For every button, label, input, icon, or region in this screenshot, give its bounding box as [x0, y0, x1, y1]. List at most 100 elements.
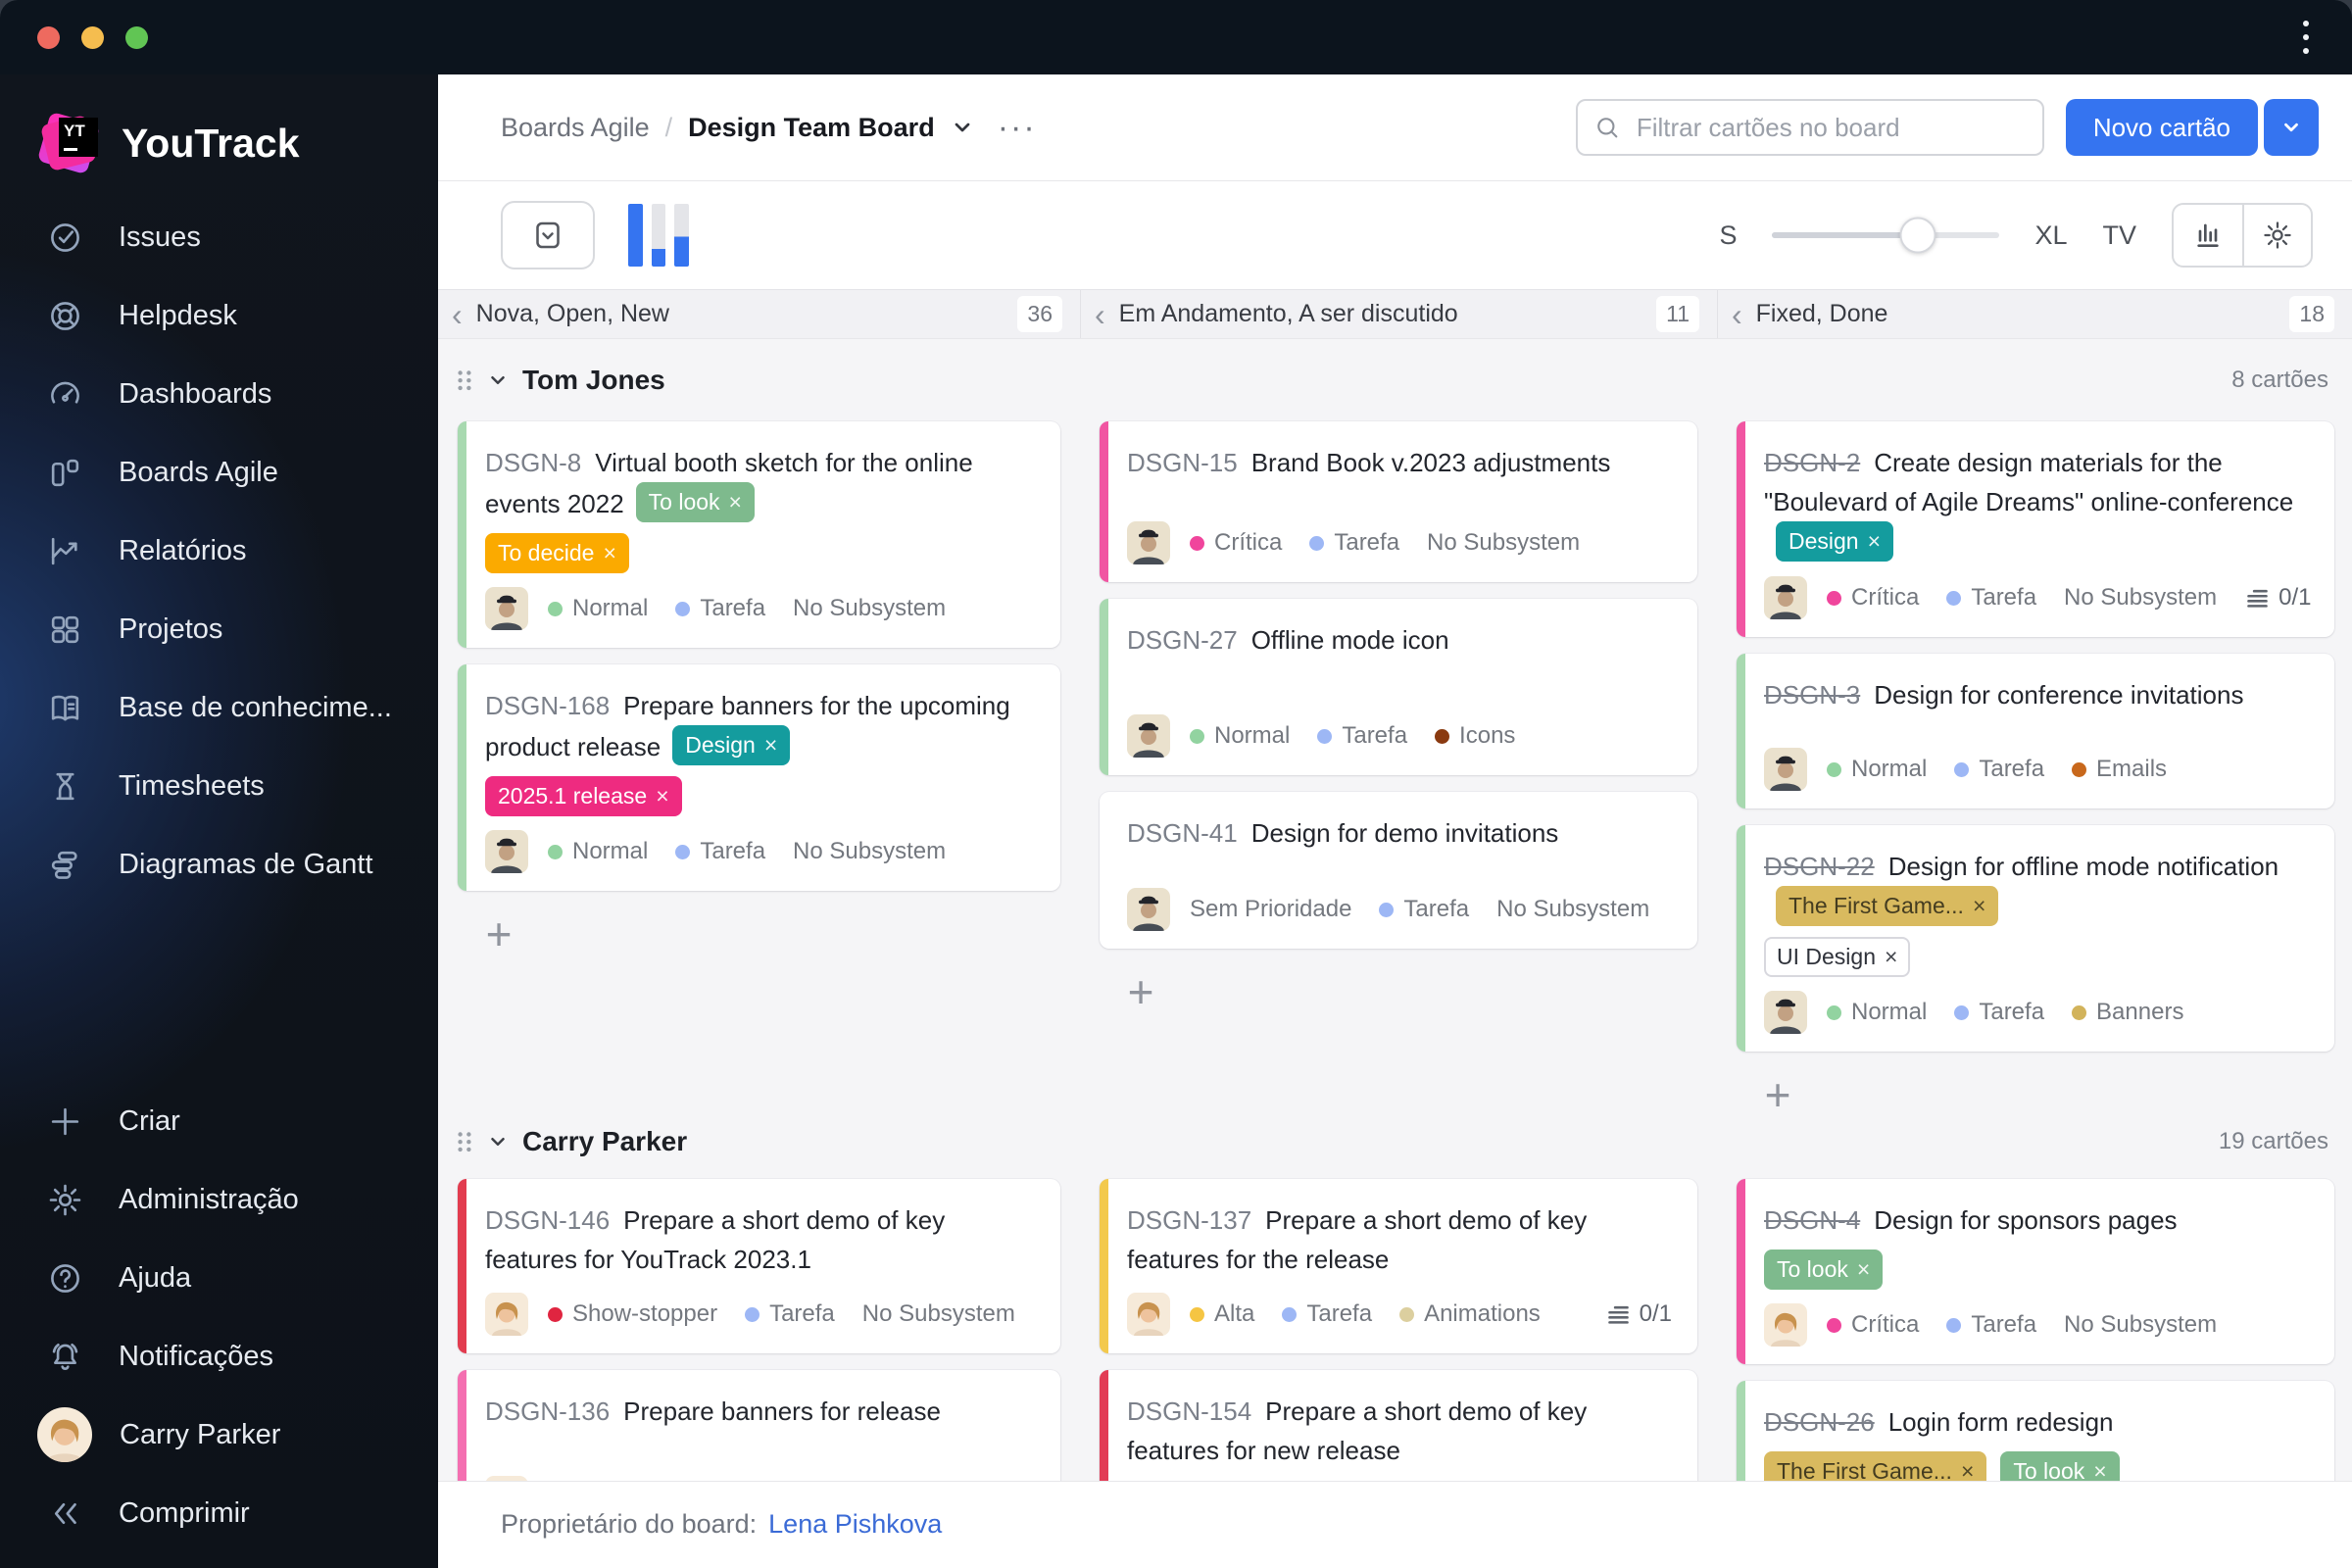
add-card-button[interactable]: + [477, 911, 520, 956]
remove-tag-icon[interactable]: × [1868, 528, 1881, 554]
field-animations[interactable]: Animations [1399, 1300, 1541, 1328]
field-tarefa[interactable]: Tarefa [675, 595, 765, 622]
sidebar-item-boards-agile[interactable]: Boards Agile [0, 433, 438, 512]
sidebar-item-notifica-es[interactable]: Notificações [0, 1317, 438, 1396]
field-tarefa[interactable]: Tarefa [1282, 1300, 1372, 1328]
tag-to-look[interactable]: To look × [2000, 1451, 2120, 1482]
board-statistics-button[interactable] [2174, 205, 2242, 266]
tag-to-look[interactable]: To look × [1764, 1250, 1884, 1290]
new-card-dropdown-button[interactable] [2264, 99, 2319, 156]
remove-tag-icon[interactable]: × [656, 783, 668, 808]
card-dsgn-8[interactable]: DSGN-8 Virtual booth sketch for the onlin… [458, 421, 1060, 648]
field-emails[interactable]: Emails [2072, 756, 2167, 783]
field-tarefa[interactable]: Tarefa [1954, 999, 2044, 1026]
card-dsgn-137[interactable]: DSGN-137 Prepare a short demo of key feat… [1100, 1179, 1697, 1353]
column-fill-chart-icon[interactable] [628, 204, 690, 267]
card-dsgn-154[interactable]: DSGN-154 Prepare a short demo of key feat… [1100, 1370, 1697, 1481]
field-no-subsystem[interactable]: No Subsystem [793, 838, 946, 865]
field-no-subsystem[interactable]: No Subsystem [1496, 896, 1649, 923]
field-no-subsystem[interactable]: No Subsystem [2064, 1311, 2217, 1339]
tag-the-first-game[interactable]: The First Game... × [1764, 1451, 1987, 1482]
remove-tag-icon[interactable]: × [1885, 944, 1897, 969]
field-normal[interactable]: Normal [548, 838, 648, 865]
drag-handle-icon[interactable] [454, 368, 475, 393]
window-kebab-menu-icon[interactable] [2297, 15, 2315, 60]
tag-design[interactable]: Design × [672, 725, 791, 765]
field-tarefa[interactable]: Tarefa [1379, 896, 1469, 923]
chevron-down-icon[interactable] [487, 1131, 509, 1152]
page-title[interactable]: Design Team Board [688, 113, 935, 143]
search-input[interactable] [1636, 112, 2027, 143]
card-dsgn-146[interactable]: DSGN-146 Prepare a short demo of key feat… [458, 1179, 1060, 1353]
field-alta[interactable]: Alta [1190, 1300, 1254, 1328]
field-normal[interactable]: Normal [1827, 999, 1927, 1026]
close-window-button[interactable] [37, 25, 60, 49]
sidebar-item-helpdesk[interactable]: Helpdesk [0, 276, 438, 355]
sidebar-item-timesheets[interactable]: Timesheets [0, 747, 438, 825]
card-size-slider-thumb[interactable] [1899, 217, 1936, 254]
sidebar-item-carry-parker[interactable]: Carry Parker [0, 1396, 438, 1474]
sidebar-item-criar[interactable]: Criar [0, 1082, 438, 1160]
card-dsgn-41[interactable]: DSGN-41 Design for demo invitations Sem Pr… [1100, 792, 1697, 949]
card-dsgn-22[interactable]: DSGN-22 Design for offline mode notificat… [1737, 825, 2334, 1052]
board-owner-link[interactable]: Lena Pishkova [768, 1509, 942, 1540]
tag-the-first-game[interactable]: The First Game... × [1776, 886, 1999, 926]
chevron-down-icon[interactable] [487, 369, 509, 391]
remove-tag-icon[interactable]: × [764, 732, 777, 758]
sidebar-item-comprimir[interactable]: Comprimir [0, 1474, 438, 1552]
breadcrumb-boards-agile[interactable]: Boards Agile [501, 113, 650, 143]
field-tarefa[interactable]: Tarefa [1317, 722, 1407, 750]
card-dsgn-26[interactable]: DSGN-26 Login form redesign The First Game… [1737, 1381, 2334, 1481]
field-tarefa[interactable]: Tarefa [675, 838, 765, 865]
sidebar-item-base-de-conhecime[interactable]: Base de conhecime... [0, 668, 438, 747]
sidebar-item-administra-o[interactable]: Administração [0, 1160, 438, 1239]
board-settings-button[interactable] [2242, 205, 2311, 266]
card-dsgn-168[interactable]: DSGN-168 Prepare banners for the upcoming… [458, 664, 1060, 891]
field-tarefa[interactable]: Tarefa [1954, 756, 2044, 783]
swimlane-header[interactable]: Tom Jones 8 cartões [438, 339, 2352, 421]
sidebar-item-dashboards[interactable]: Dashboards [0, 355, 438, 433]
add-card-button[interactable]: + [1119, 969, 1162, 1014]
sidebar-item-relat-rios[interactable]: Relatórios [0, 512, 438, 590]
drag-handle-icon[interactable] [454, 1129, 475, 1154]
field-icons[interactable]: Icons [1435, 722, 1515, 750]
tv-mode-button[interactable]: TV [2102, 220, 2136, 251]
add-card-button[interactable]: + [1756, 1072, 1799, 1117]
tag-2025-1-release[interactable]: 2025.1 release × [485, 776, 682, 816]
field-banners[interactable]: Banners [2072, 999, 2183, 1026]
board-switcher-chevron-icon[interactable] [951, 116, 974, 139]
card-size-slider[interactable] [1772, 217, 2000, 254]
card-dsgn-2[interactable]: DSGN-2 Create design materials for the "B… [1737, 421, 2334, 637]
sidebar-item-ajuda[interactable]: Ajuda [0, 1239, 438, 1317]
card-dsgn-4[interactable]: DSGN-4 Design for sponsors pages To look × C… [1737, 1179, 2334, 1364]
tag-design[interactable]: Design × [1776, 521, 1894, 562]
field-normal[interactable]: Normal [1827, 756, 1927, 783]
card-dsgn-136[interactable]: DSGN-136 Prepare banners for release [458, 1370, 1060, 1481]
tag-to-decide[interactable]: To decide × [485, 533, 629, 573]
field-show-stopper[interactable]: Show-stopper [548, 1300, 717, 1328]
field-no-subsystem[interactable]: No Subsystem [1427, 529, 1580, 557]
card-dsgn-3[interactable]: DSGN-3 Design for conference invitations N… [1737, 654, 2334, 808]
field-cr-tica[interactable]: Crítica [1190, 529, 1282, 557]
remove-tag-icon[interactable]: × [1857, 1256, 1870, 1282]
field-normal[interactable]: Normal [548, 595, 648, 622]
tag-ui-design[interactable]: UI Design × [1764, 937, 1911, 977]
field-tarefa[interactable]: Tarefa [1309, 529, 1399, 557]
remove-tag-icon[interactable]: × [1961, 1458, 1974, 1482]
field-cr-tica[interactable]: Crítica [1827, 584, 1919, 612]
minimize-window-button[interactable] [81, 25, 104, 49]
remove-tag-icon[interactable]: × [729, 489, 742, 514]
sidebar-item-diagramas-de-gantt[interactable]: Diagramas de Gantt [0, 825, 438, 904]
field-sem-prioridade[interactable]: Sem Prioridade [1190, 896, 1351, 923]
remove-tag-icon[interactable]: × [2093, 1458, 2106, 1482]
collapse-swimlanes-button[interactable] [501, 201, 595, 270]
sidebar-item-projetos[interactable]: Projetos [0, 590, 438, 668]
zoom-window-button[interactable] [125, 25, 148, 49]
field-cr-tica[interactable]: Crítica [1827, 1311, 1919, 1339]
field-no-subsystem[interactable]: No Subsystem [793, 595, 946, 622]
remove-tag-icon[interactable]: × [603, 540, 615, 565]
field-no-subsystem[interactable]: No Subsystem [2064, 584, 2217, 612]
card-dsgn-27[interactable]: DSGN-27 Offline mode icon Normal Tarefa Icon… [1100, 599, 1697, 775]
field-normal[interactable]: Normal [1190, 722, 1290, 750]
card-dsgn-15[interactable]: DSGN-15 Brand Book v.2023 adjustments Crít… [1100, 421, 1697, 582]
